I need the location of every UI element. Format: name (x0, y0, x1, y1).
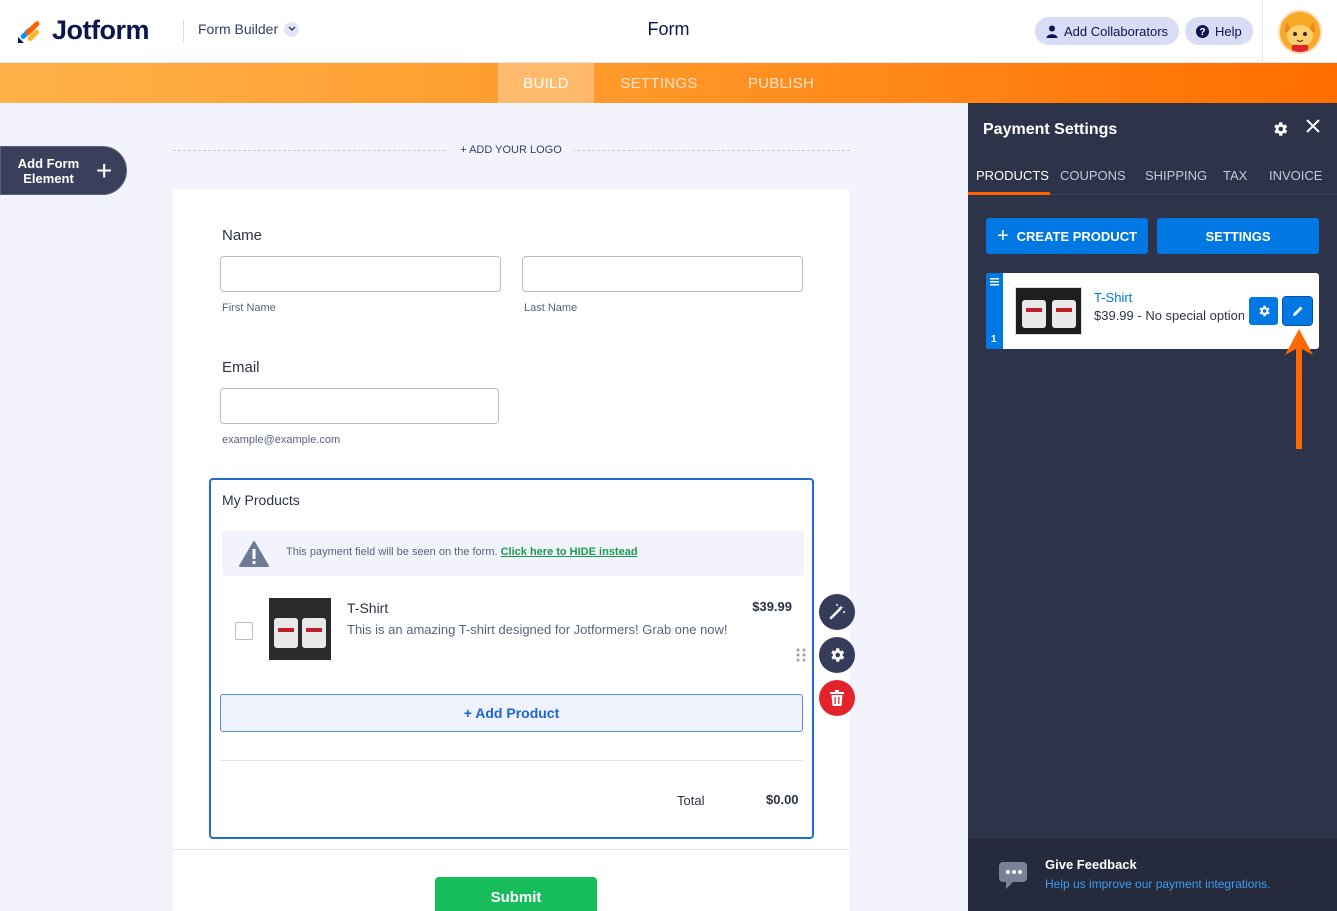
gear-icon (831, 648, 845, 662)
tab-shipping[interactable]: SHIPPING (1145, 168, 1207, 183)
user-icon (1046, 25, 1058, 38)
submit-button[interactable]: Submit (435, 877, 597, 911)
add-form-element-button[interactable]: Add Form Element + (0, 146, 127, 195)
chat-bubble-icon (999, 862, 1027, 889)
form-footer-divider (173, 849, 850, 850)
cat-avatar-icon (1280, 11, 1320, 52)
total-value: $0.00 (766, 792, 799, 807)
add-form-element-label: Add Form Element (17, 155, 80, 186)
email-input[interactable] (220, 388, 499, 424)
add-collaborators-button[interactable]: Add Collaborators (1035, 17, 1180, 45)
payment-warning: This payment field will be seen on the f… (222, 531, 804, 576)
email-label: Email (222, 359, 260, 376)
plus-icon: + (996, 225, 1009, 247)
add-logo-link[interactable]: + ADD YOUR LOGO (448, 144, 574, 156)
plus-icon: + (96, 154, 113, 186)
product-card[interactable]: 1 T-Shirt $39.99 - No special options (986, 273, 1319, 349)
tab-products[interactable]: PRODUCTS (976, 168, 1049, 183)
warning-icon (239, 541, 269, 567)
product-price: $39.99 (752, 599, 792, 614)
trash-icon (830, 690, 844, 706)
help-button[interactable]: ? Help (1185, 17, 1253, 45)
product-name: T-Shirt (347, 600, 389, 616)
tab-publish[interactable]: PUBLISH (730, 63, 832, 103)
form-builder-label: Form Builder (198, 21, 279, 37)
product-description: This is an amazing T-shirt designed for … (347, 622, 728, 637)
user-avatar-button[interactable] (1262, 0, 1337, 63)
feedback-section: Give Feedback Help us improve our paymen… (968, 839, 1337, 911)
warning-text: This payment field will be seen on the f… (286, 546, 638, 558)
feedback-link[interactable]: Help us improve our payment integrations… (1045, 877, 1270, 891)
form-card: Name First Name Last Name Email example@… (173, 190, 850, 911)
products-field[interactable]: My Products This payment field will be s… (209, 478, 814, 839)
panel-tabs: PRODUCTS COUPONS SHIPPING TAX INVOICE (968, 159, 1337, 195)
create-product-button[interactable]: + CREATE PRODUCT (986, 218, 1148, 254)
tshirt-image (269, 598, 331, 660)
jotform-logo-icon (18, 20, 40, 43)
products-label: My Products (222, 492, 300, 508)
drag-handle-icon[interactable] (796, 648, 806, 662)
product-checkbox[interactable] (235, 622, 253, 640)
edit-product-button[interactable] (1282, 296, 1313, 326)
first-name-input[interactable] (220, 256, 501, 292)
brand-name: Jotform (52, 15, 150, 45)
feedback-title: Give Feedback (1045, 857, 1137, 872)
magic-wand-icon (829, 604, 845, 620)
jotform-logo[interactable]: Jotform (16, 15, 150, 46)
create-product-label: CREATE PRODUCT (1016, 228, 1138, 244)
tab-settings[interactable]: SETTINGS (604, 63, 714, 103)
builder-navbar: BUILD SETTINGS PUBLISH (0, 63, 1337, 103)
help-label: Help (1215, 23, 1242, 39)
product-item: T-Shirt $39.99 This is an amazing T-shir… (222, 590, 806, 670)
avatar (1278, 9, 1322, 54)
tab-coupons[interactable]: COUPONS (1060, 168, 1126, 183)
tab-build[interactable]: BUILD (498, 63, 594, 103)
last-name-sublabel: Last Name (524, 302, 578, 314)
delete-field-button[interactable] (819, 680, 855, 716)
hide-payment-link[interactable]: Click here to HIDE instead (501, 546, 638, 558)
tshirt-thumbnail (1015, 287, 1082, 335)
gear-icon (1274, 122, 1288, 136)
form-builder-menu[interactable]: Form Builder (198, 21, 300, 37)
panel-settings-button[interactable] (1271, 120, 1289, 143)
add-collaborators-label: Add Collaborators (1064, 23, 1169, 39)
magic-wand-button[interactable] (819, 594, 855, 630)
active-tab-indicator (968, 192, 1050, 195)
tab-invoice[interactable]: INVOICE (1269, 168, 1322, 183)
tab-tax[interactable]: TAX (1223, 168, 1247, 183)
product-card-subtitle: $39.99 - No special options (1094, 308, 1244, 323)
name-label: Name (222, 227, 263, 244)
top-header: Jotform Form Builder Form Add Collaborat… (0, 0, 1337, 63)
last-name-input[interactable] (522, 256, 803, 292)
header-divider (183, 20, 184, 42)
panel-title: Payment Settings (983, 121, 1118, 138)
close-panel-button[interactable] (1306, 117, 1320, 138)
svg-text:?: ? (1199, 27, 1205, 38)
pencil-icon (1292, 306, 1302, 316)
product-options-button[interactable] (1249, 297, 1278, 325)
question-icon: ? (1196, 24, 1209, 38)
gear-icon (1259, 305, 1270, 317)
arrow-up-icon (1285, 329, 1313, 449)
payment-settings-panel: Payment Settings PRODUCTS COUPONS SHIPPI… (968, 103, 1337, 911)
chevron-down-icon (284, 21, 300, 37)
product-card-name: T-Shirt (1094, 290, 1133, 305)
warning-message: This payment field will be seen on the f… (286, 546, 498, 558)
first-name-sublabel: First Name (222, 302, 276, 314)
email-sublabel: example@example.com (222, 434, 341, 446)
payment-settings-button[interactable]: SETTINGS (1157, 218, 1319, 254)
field-settings-button[interactable] (819, 637, 855, 673)
close-icon (1306, 119, 1320, 133)
drag-handle-icon (990, 278, 999, 286)
add-product-button[interactable]: + Add Product (220, 694, 803, 732)
total-label: Total (677, 793, 705, 808)
product-card-handle[interactable]: 1 (986, 273, 1003, 349)
product-index: 1 (991, 334, 997, 345)
total-divider (220, 760, 803, 761)
